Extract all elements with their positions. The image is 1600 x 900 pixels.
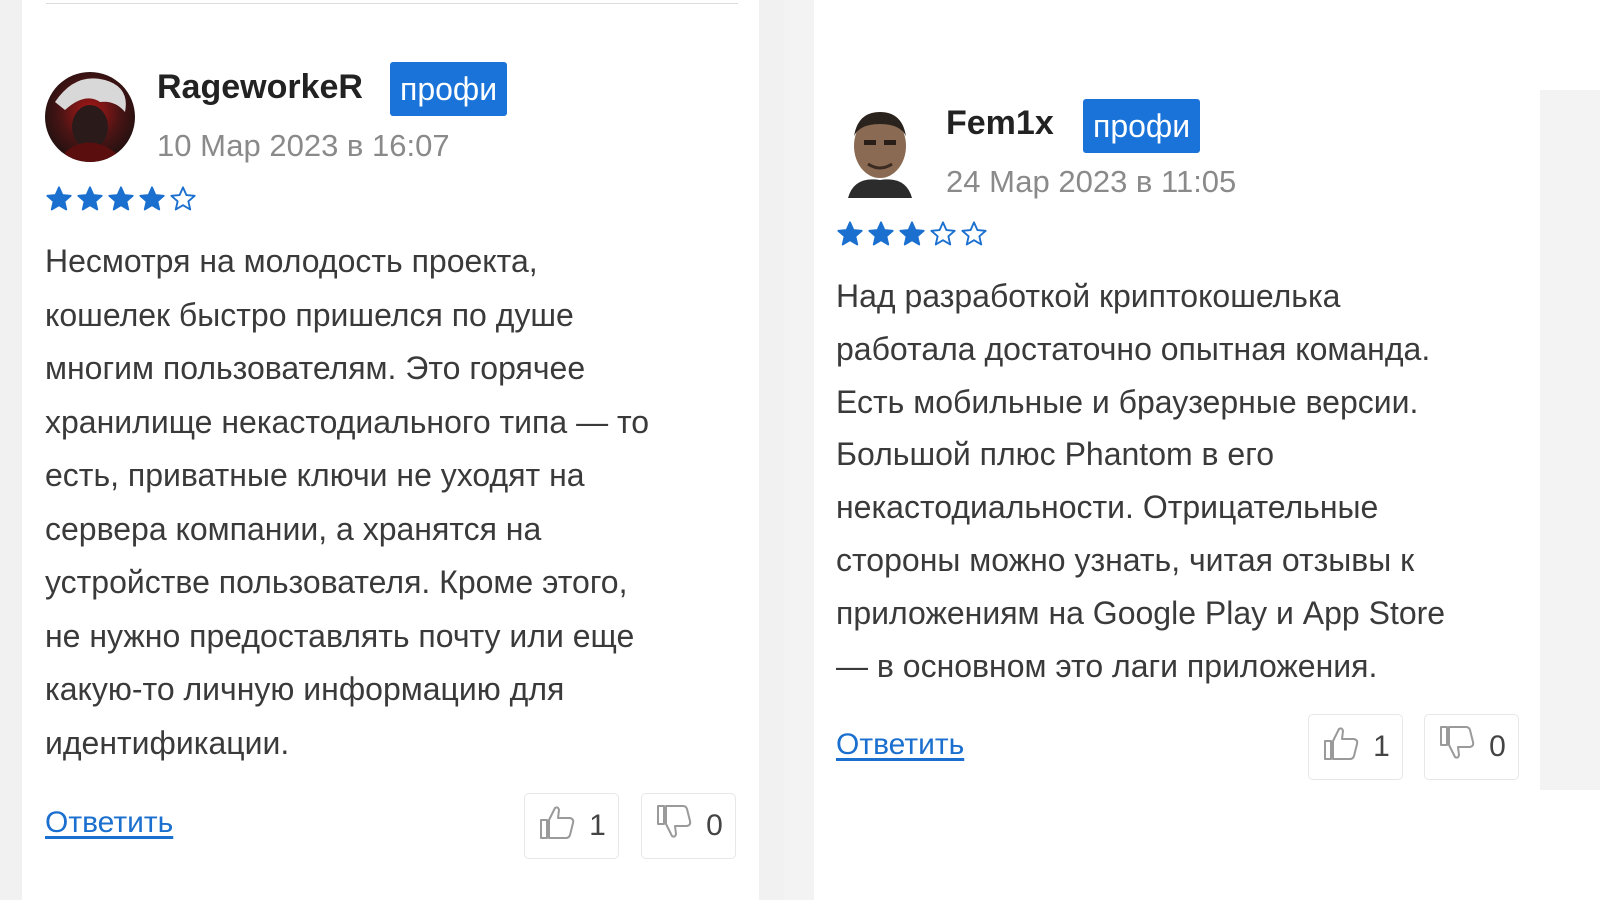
star-filled-icon [77, 186, 103, 211]
avatar[interactable] [45, 72, 135, 162]
review-date: 10 Мар 2023 в 16:07 [157, 128, 450, 163]
dislike-count: 0 [706, 809, 723, 842]
review-text: Несмотря на молодость проекта, кошелек б… [45, 243, 650, 761]
dislike-button[interactable]: 0 [1424, 714, 1519, 780]
pro-badge: профи [1083, 99, 1201, 153]
avatar[interactable] [844, 106, 916, 198]
divider [46, 3, 738, 4]
dislike-button[interactable]: 0 [641, 793, 736, 859]
pro-badge: профи [390, 62, 508, 116]
star-filled-icon [46, 186, 72, 211]
username[interactable]: Fem1x [946, 104, 1054, 143]
rating-stars [45, 185, 197, 213]
star-filled-icon [108, 186, 134, 211]
thumbs-down-icon [1437, 723, 1477, 771]
star-outline-icon [170, 186, 196, 211]
reply-link[interactable]: Ответить [836, 728, 964, 762]
star-filled-icon [139, 186, 165, 211]
thumbs-up-icon [537, 802, 577, 850]
thumbs-down-icon [654, 802, 694, 850]
page-background [1540, 90, 1600, 790]
thumbs-up-icon [1321, 723, 1361, 771]
username[interactable]: RageworkeR [157, 68, 363, 107]
review-text: Над разработкой криптокошелька работала … [836, 278, 1446, 684]
like-button[interactable]: 1 [1308, 714, 1403, 780]
star-filled-icon [837, 221, 863, 246]
like-count: 1 [589, 809, 606, 842]
star-outline-icon [930, 221, 956, 246]
like-button[interactable]: 1 [524, 793, 619, 859]
star-outline-icon [961, 221, 987, 246]
like-count: 1 [1373, 730, 1390, 763]
rating-stars [836, 220, 988, 248]
star-filled-icon [868, 221, 894, 246]
dislike-count: 0 [1489, 730, 1506, 763]
page-background [784, 0, 814, 900]
reply-link[interactable]: Ответить [45, 806, 173, 840]
star-filled-icon [899, 221, 925, 246]
review-date: 24 Мар 2023 в 11:05 [946, 164, 1237, 199]
